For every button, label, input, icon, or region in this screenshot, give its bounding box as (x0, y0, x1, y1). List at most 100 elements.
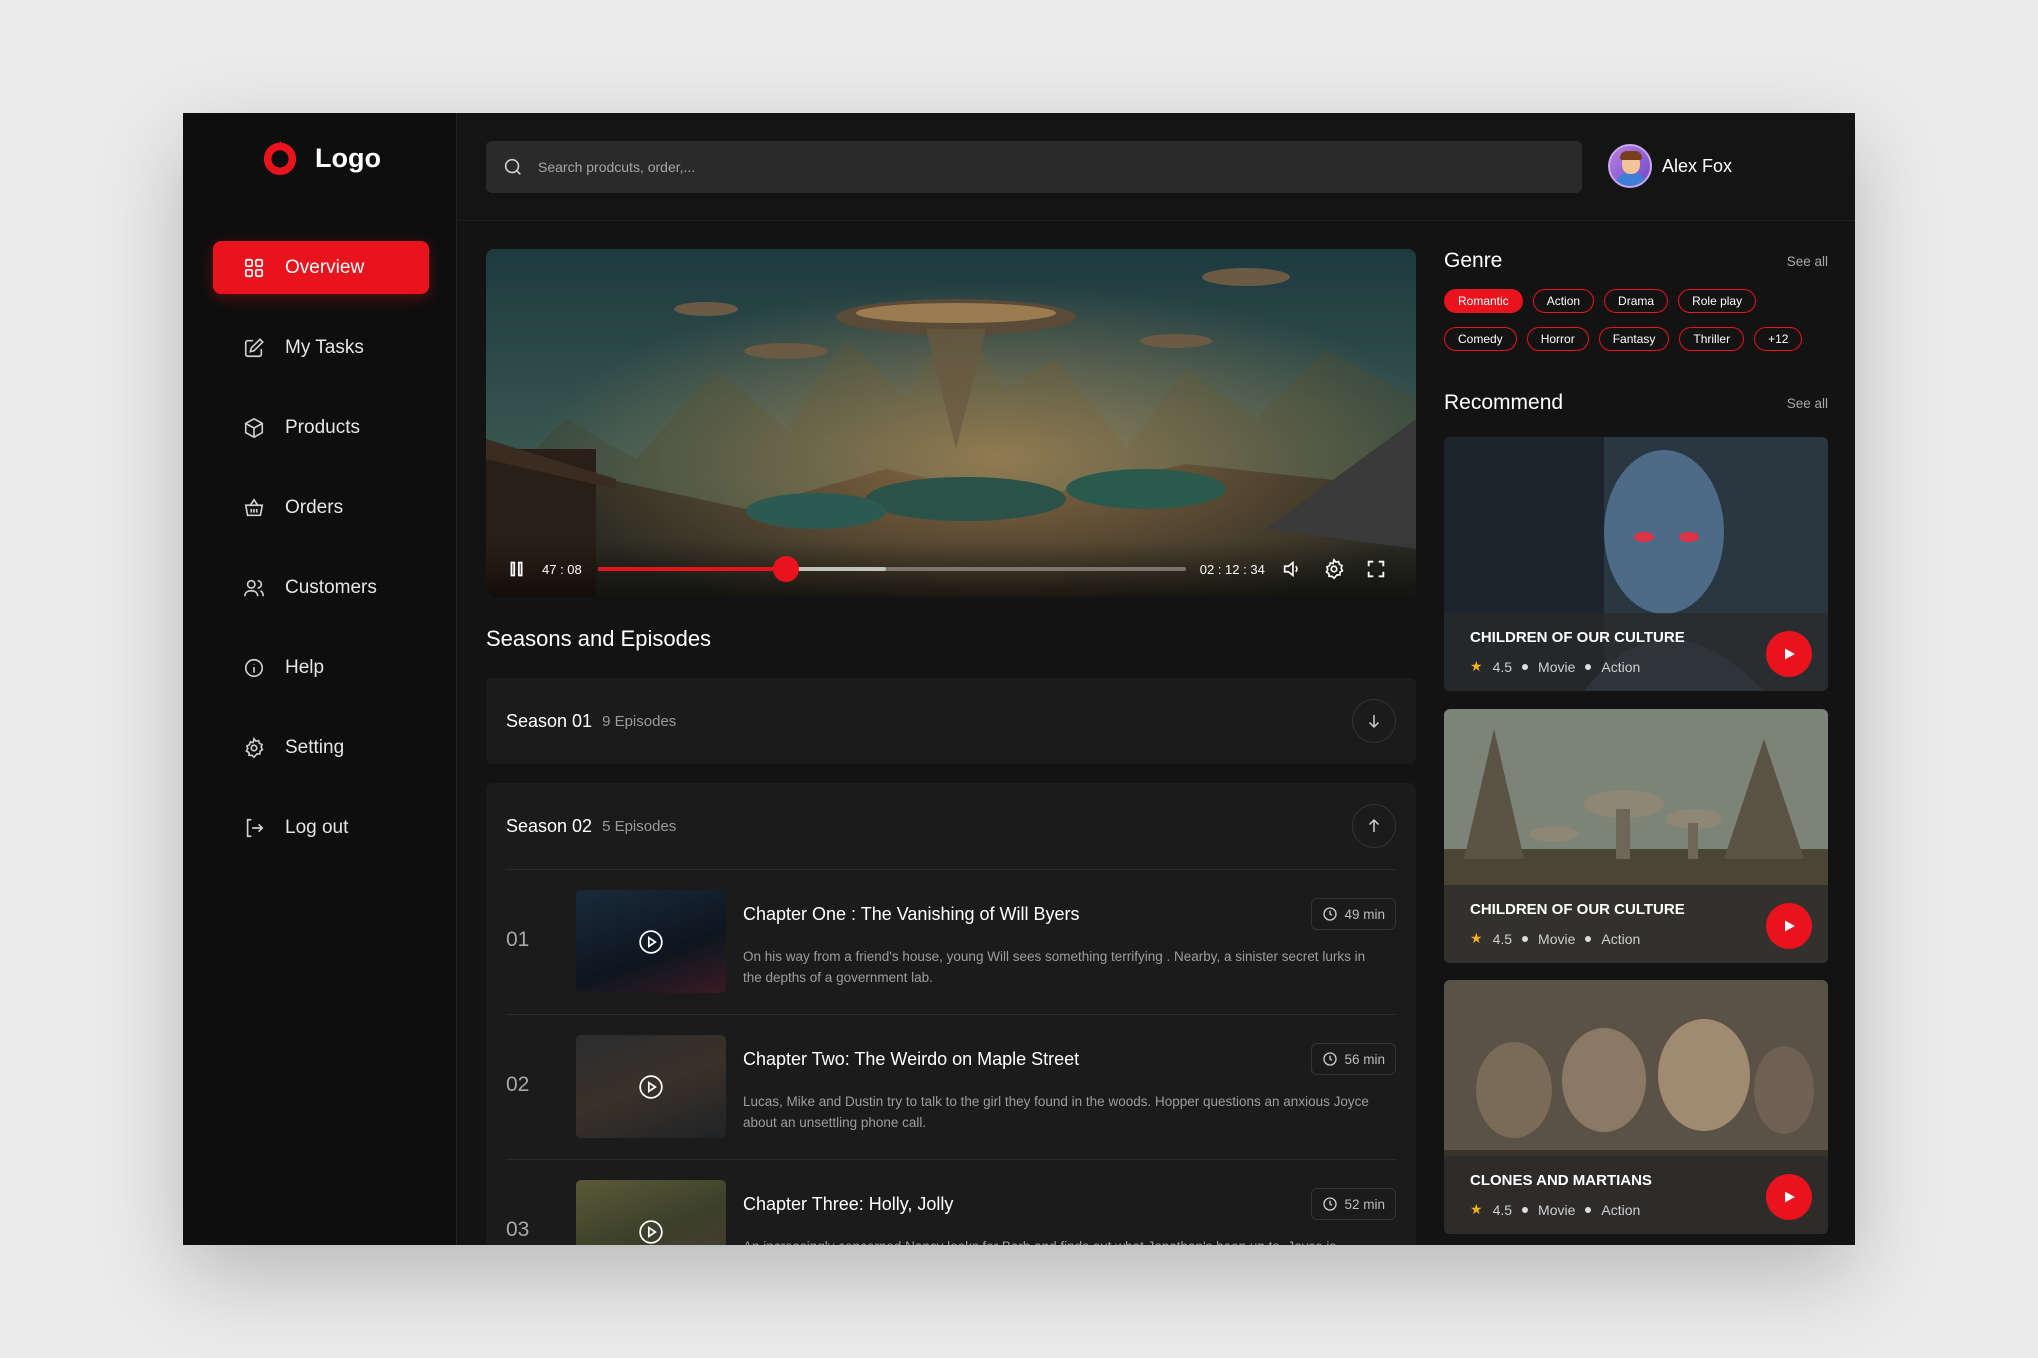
expand-button[interactable] (1352, 699, 1396, 743)
recommend-title: Recommend (1444, 391, 1564, 414)
recommend-card[interactable]: CLONES AND MARTIANS ★ 4.5 Movie Action (1444, 980, 1828, 1234)
sidebar-item-label: Orders (285, 496, 344, 518)
genre-chip[interactable]: Role play (1678, 289, 1757, 313)
separator-dot (1585, 935, 1592, 942)
sidebar-item-my-tasks[interactable]: My Tasks (213, 321, 429, 374)
episode-duration: 56 min (1311, 1043, 1396, 1075)
sidebar-item-products[interactable]: Products (213, 401, 429, 454)
season-episode-count: 9 Episodes (602, 712, 677, 730)
edit-icon (244, 337, 264, 357)
clock-icon (1323, 1197, 1338, 1211)
progress-played (597, 567, 786, 571)
play-button[interactable] (1766, 631, 1812, 677)
duration-text: 49 min (1344, 906, 1385, 922)
sidebar-item-label: Customers (285, 576, 377, 598)
recommend-card-title: CLONES AND MARTIANS (1470, 1172, 1652, 1189)
genre-chip[interactable]: Fantasy (1598, 327, 1670, 351)
recommend-card-title: CHILDREN OF OUR CULTURE (1470, 901, 1685, 918)
user-name: Alex Fox (1662, 155, 1733, 176)
episode-description: An increasingly concerned Nancy looks fo… (743, 1236, 1383, 1245)
search-input[interactable] (538, 159, 1438, 175)
episode-duration: 49 min (1311, 898, 1396, 930)
media-type: Movie (1538, 930, 1576, 947)
sidebar-item-customers[interactable]: Customers (213, 561, 429, 614)
episode-duration: 52 min (1311, 1188, 1396, 1220)
sidebar-item-orders[interactable]: Orders (213, 481, 429, 534)
basket-icon (244, 497, 264, 516)
genre-chip[interactable]: Comedy (1444, 327, 1517, 351)
users-icon (244, 579, 264, 596)
sidebar-item-label: Setting (285, 736, 345, 758)
sidebar-item-help[interactable]: Help (213, 641, 429, 694)
season-name: Season 01 (506, 710, 593, 731)
recommend-header: Recommend See all (1444, 391, 1828, 415)
recommend-see-all-link[interactable]: See all (1787, 396, 1828, 411)
arrow-up-icon (1368, 818, 1380, 832)
episode-thumbnail[interactable] (576, 1035, 726, 1138)
genre-chip[interactable]: Action (1532, 289, 1595, 313)
play-button[interactable] (1766, 1174, 1812, 1220)
logo[interactable]: Logo (261, 139, 381, 177)
play-circle-icon (639, 1075, 663, 1099)
right-panel: Genre See all Romantic Action Drama Role… (1444, 249, 1828, 1234)
episode-number: 03 (506, 1218, 530, 1241)
episode-number: 02 (506, 1073, 530, 1096)
season-name: Season 02 (506, 815, 593, 836)
season-01-panel[interactable]: Season 01 9 Episodes (486, 678, 1416, 764)
media-type: Movie (1538, 1201, 1576, 1218)
settings-icon[interactable] (1323, 558, 1345, 580)
clock-icon (1323, 907, 1338, 921)
sidebar-item-label: Log out (285, 816, 349, 838)
star-icon: ★ (1470, 1201, 1483, 1217)
total-time: 02 : 12 : 34 (1199, 561, 1265, 577)
gear-icon (245, 736, 264, 758)
genre-chip[interactable]: Thriller (1679, 327, 1745, 351)
episode-thumbnail[interactable] (576, 890, 726, 993)
info-icon (244, 658, 264, 677)
genre-chip[interactable]: Romantic (1444, 289, 1523, 313)
video-player[interactable]: 47 : 08 02 : 12 : 34 (486, 249, 1416, 597)
arrow-down-icon (1368, 715, 1380, 729)
sidebar-item-setting[interactable]: Setting (213, 721, 429, 774)
player-controls: 47 : 08 02 : 12 : 34 (486, 541, 1416, 597)
clock-icon (1323, 1052, 1338, 1066)
season-02-panel[interactable]: Season 02 5 Episodes 01 Chapter One : Th… (486, 783, 1416, 1245)
play-icon (1785, 920, 1795, 932)
fullscreen-icon[interactable] (1365, 558, 1387, 580)
user-profile[interactable]: Alex Fox (1608, 144, 1732, 188)
episode-row[interactable]: 02 Chapter Two: The Weirdo on Maple Stre… (506, 1014, 1396, 1159)
genre-see-all-link[interactable]: See all (1787, 254, 1828, 269)
sidebar-item-logout[interactable]: Log out (213, 801, 429, 854)
genre-chip[interactable]: Drama (1604, 289, 1669, 313)
genre-more-chip[interactable]: +12 (1754, 327, 1803, 351)
collapse-button[interactable] (1352, 804, 1396, 848)
separator-dot (1522, 663, 1529, 670)
episode-title: Chapter Three: Holly, Jolly (743, 1194, 954, 1214)
pause-icon[interactable] (506, 558, 528, 580)
season-header[interactable]: Season 02 5 Episodes (486, 783, 1416, 869)
avatar[interactable] (1608, 144, 1652, 188)
sidebar-item-label: My Tasks (285, 336, 364, 358)
genre-chip[interactable]: Horror (1526, 327, 1589, 351)
search-bar[interactable] (486, 141, 1582, 193)
progress-handle[interactable] (772, 556, 799, 582)
sidebar: Logo Overview My Tasks Products Orders C… (183, 113, 457, 1245)
duration-text: 56 min (1344, 1051, 1385, 1067)
media-genre: Action (1601, 658, 1641, 675)
sidebar-item-overview[interactable]: Overview (213, 241, 429, 294)
logo-text: Logo (315, 142, 381, 173)
sidebar-item-label: Overview (285, 256, 365, 278)
recommend-card[interactable]: CHILDREN OF OUR CULTURE ★ 4.5 Movie Acti… (1444, 437, 1828, 691)
episode-row[interactable]: 03 Chapter Three: Holly, Jolly An increa… (506, 1159, 1396, 1245)
season-header[interactable]: Season 01 9 Episodes (486, 678, 1416, 764)
genre-title: Genre (1444, 249, 1503, 272)
episode-row[interactable]: 01 Chapter One : The Vanishing of Will B… (506, 869, 1396, 1014)
seasons-title: Seasons and Episodes (486, 626, 712, 651)
play-circle-icon (639, 930, 663, 954)
recommend-card[interactable]: CHILDREN OF OUR CULTURE ★ 4.5 Movie Acti… (1444, 709, 1828, 963)
episode-thumbnail[interactable] (576, 1180, 726, 1245)
progress-bar[interactable] (597, 556, 1186, 582)
play-button[interactable] (1766, 903, 1812, 949)
volume-icon[interactable] (1281, 558, 1303, 580)
episode-description: Lucas, Mike and Dustin try to talk to th… (743, 1094, 1369, 1130)
